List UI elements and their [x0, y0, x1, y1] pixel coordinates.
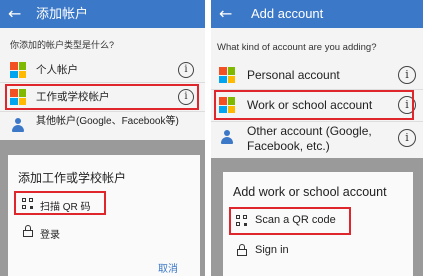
- microsoft-logo-icon: [10, 62, 26, 78]
- sign-in-icon: [237, 244, 247, 256]
- account-option-other[interactable]: Other account (Google, Facebook, etc.) i: [211, 123, 423, 157]
- sign-in-icon: [23, 225, 33, 237]
- highlight-box: [214, 90, 414, 120]
- account-option-personal[interactable]: 个人帐户 i: [0, 58, 205, 82]
- highlight-box: [229, 207, 351, 235]
- sign-in-option[interactable]: 登录: [40, 226, 60, 241]
- info-icon[interactable]: i: [178, 62, 194, 78]
- sheet-title: Add work or school account: [233, 185, 387, 199]
- info-icon[interactable]: i: [398, 66, 416, 84]
- add-work-school-sheet: Add work or school account Scan a QR cod…: [223, 172, 413, 276]
- cancel-button[interactable]: 取消: [158, 260, 178, 275]
- left-phone-screen: ← 添加帐户 你添加的帐户类型是什么? 个人帐户 i 工作或学校帐户 i 其他帐…: [0, 0, 205, 276]
- account-option-label: 其他帐户(Google、Facebook等): [36, 116, 179, 127]
- sign-in-option[interactable]: Sign in: [255, 244, 289, 256]
- right-phone-screen: ← Add account What kind of account are y…: [211, 0, 423, 276]
- app-bar: ← Add account: [211, 0, 423, 28]
- info-icon[interactable]: i: [398, 129, 416, 147]
- account-option-label: 个人帐户: [36, 64, 78, 76]
- highlight-box: [5, 84, 199, 110]
- account-type-question: 你添加的帐户类型是什么?: [10, 40, 115, 50]
- person-icon: [11, 117, 25, 133]
- account-option-personal[interactable]: Personal account i: [211, 62, 423, 88]
- add-work-school-sheet: 添加工作或学校帐户 扫描 QR 码 登录 取消: [8, 155, 200, 276]
- divider: [211, 121, 423, 122]
- account-type-question: What kind of account are you adding?: [217, 42, 377, 53]
- app-bar: ← 添加帐户: [0, 0, 205, 28]
- app-bar-title: Add account: [251, 6, 324, 21]
- account-option-label-line1: Other account (Google,: [247, 124, 372, 138]
- account-option-label-line2: Facebook, etc.): [247, 139, 330, 153]
- back-arrow-icon[interactable]: ←: [8, 4, 21, 24]
- person-icon: [220, 129, 234, 145]
- highlight-box: [14, 191, 106, 215]
- account-option-label: Personal account: [247, 68, 340, 82]
- back-arrow-icon[interactable]: ←: [219, 4, 232, 24]
- microsoft-logo-icon: [219, 67, 235, 83]
- app-bar-title: 添加帐户: [36, 6, 89, 21]
- sheet-title: 添加工作或学校帐户: [18, 171, 127, 185]
- account-option-other[interactable]: 其他帐户(Google、Facebook等): [0, 113, 205, 141]
- divider: [0, 82, 205, 83]
- divider: [0, 111, 205, 112]
